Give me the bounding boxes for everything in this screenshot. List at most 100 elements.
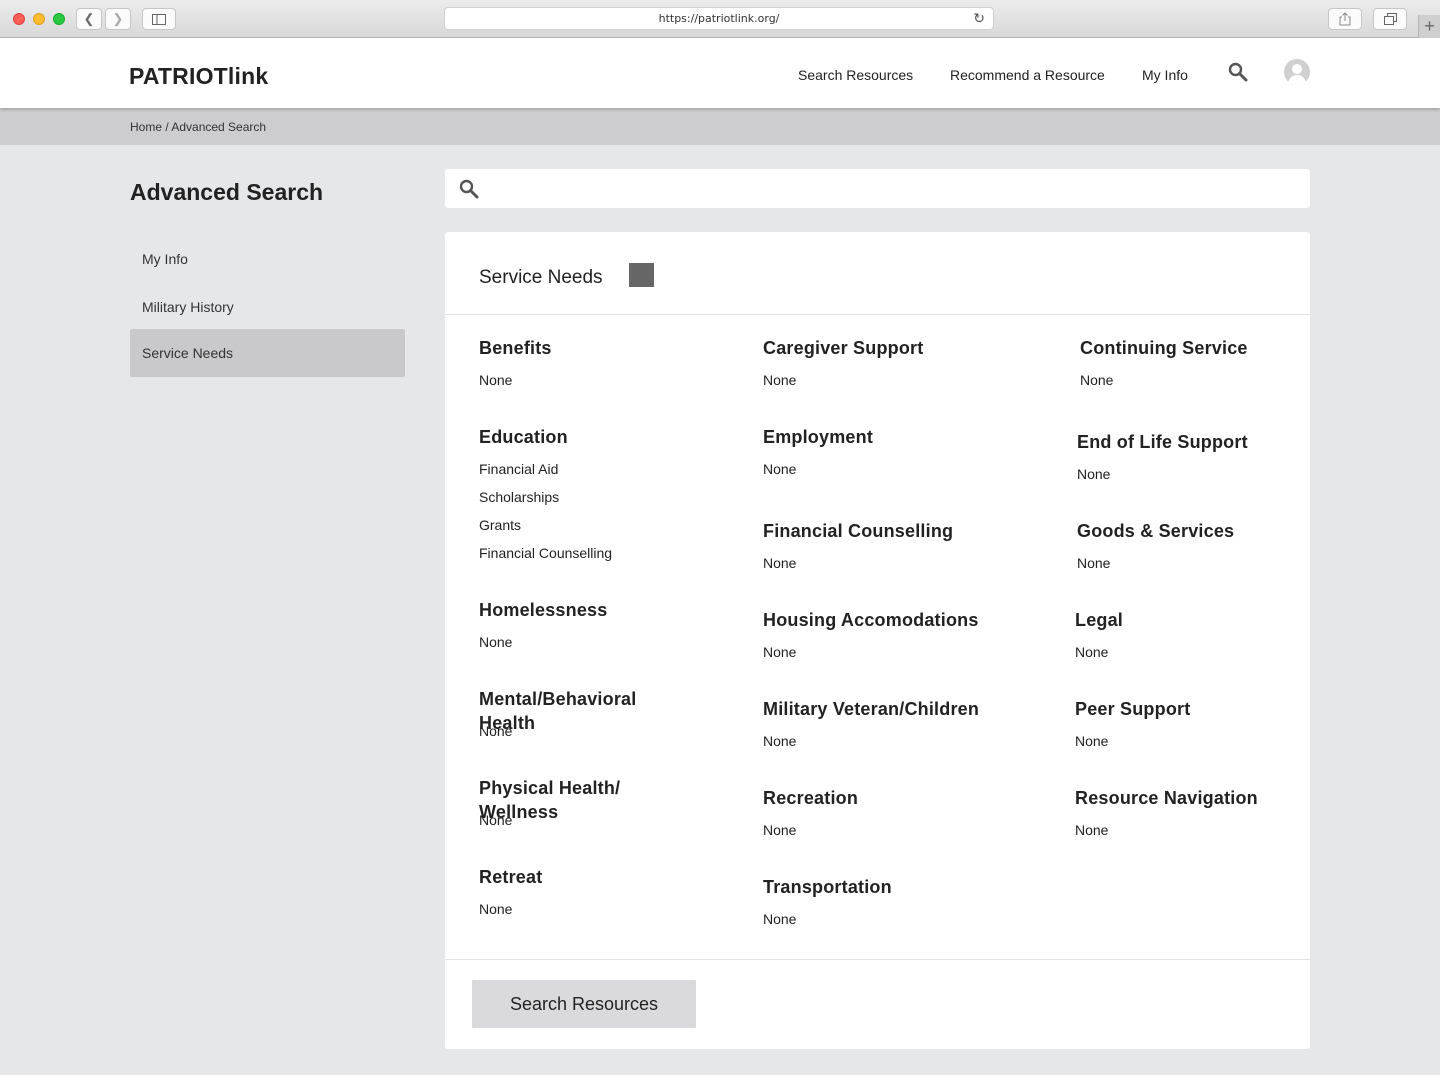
tabs-icon [1383, 13, 1397, 25]
minimize-window-button[interactable] [33, 13, 45, 25]
category-legal: Legal None [1075, 608, 1325, 660]
sidebar-item-label: Service Needs [142, 345, 234, 361]
divider [445, 959, 1310, 960]
url-text: https://patriotlink.org/ [658, 12, 780, 25]
sidebar-item-service-needs[interactable]: Service Needs [130, 329, 405, 377]
search-bar[interactable] [445, 169, 1310, 208]
search-input[interactable] [489, 169, 1299, 208]
sidebar-item-label: Military History [142, 299, 234, 315]
back-icon: ❮ [83, 11, 95, 26]
category-education: Education Financial Aid Scholarships Gra… [479, 425, 729, 561]
category-recreation: Recreation None [763, 786, 1013, 838]
close-window-button[interactable] [13, 13, 25, 25]
category-retreat: Retreat None [479, 865, 729, 917]
category-item: None [763, 461, 797, 477]
category-employment: Employment None [763, 425, 1013, 477]
category-item: None [479, 634, 513, 650]
zoom-window-button[interactable] [53, 13, 65, 25]
category-item: Grants [479, 517, 522, 533]
address-bar[interactable]: https://patriotlink.org/ ↻ [444, 7, 994, 30]
sidebar-icon [152, 13, 166, 25]
category-mental-behavioral-health: Mental/Behavioral Health None [479, 687, 654, 763]
category-resource-navigation: Resource Navigation None [1075, 786, 1325, 838]
share-icon [1339, 12, 1351, 26]
category-item: None [763, 555, 797, 571]
category-physical-health-wellness: Physical Health/ Wellness None [479, 776, 639, 852]
category-title: Military Veteran/Children [763, 699, 980, 719]
category-item: None [763, 733, 797, 749]
sidebar-item-label: My Info [142, 251, 188, 267]
logo[interactable]: PATRIOTlink [129, 63, 268, 90]
category-title: Goods & Services [1077, 521, 1235, 541]
category-title: Recreation [763, 788, 859, 808]
category-end-of-life-support: End of Life Support None [1077, 430, 1327, 482]
category-goods-services: Goods & Services None [1077, 519, 1327, 571]
category-benefits: Benefits None [479, 336, 729, 388]
category-title: Homelessness [479, 600, 608, 620]
category-title: Education [479, 427, 568, 447]
forward-button[interactable]: ❯ [105, 8, 131, 30]
browser-chrome: ❮ ❯ https://patriotlink.org/ ↻ + [0, 0, 1440, 38]
reload-icon[interactable]: ↻ [973, 11, 985, 27]
nav-my-info[interactable]: My Info [1142, 67, 1188, 83]
category-title: Continuing Service [1080, 338, 1248, 358]
search-icon[interactable] [1228, 62, 1248, 82]
category-military-veteran-children: Military Veteran/Children None [763, 697, 1013, 749]
sidebar-item-my-info[interactable]: My Info [130, 235, 405, 283]
category-title: Caregiver Support [763, 338, 924, 358]
category-title: Housing Accomodations [763, 610, 979, 630]
category-peer-support: Peer Support None [1075, 697, 1325, 749]
category-item: None [763, 911, 797, 927]
page-title: Advanced Search [130, 179, 324, 205]
category-item: None [479, 812, 513, 828]
category-title: Retreat [479, 867, 543, 887]
category-caregiver-support: Caregiver Support None [763, 336, 1013, 388]
breadcrumb-bar: Home / Advanced Search [0, 108, 1440, 145]
service-needs-checkbox[interactable] [629, 263, 654, 287]
category-title: Resource Navigation [1075, 788, 1258, 808]
site-header: PATRIOTlink Search Resources Recommend a… [0, 38, 1440, 108]
show-tabs-button[interactable] [1373, 8, 1407, 30]
category-title: Employment [763, 427, 874, 447]
category-item: None [763, 372, 797, 388]
category-item: None [479, 372, 513, 388]
category-title: Transportation [763, 877, 892, 897]
category-item: None [763, 822, 797, 838]
category-continuing-service: Continuing Service None [1080, 336, 1330, 388]
nav-search-resources[interactable]: Search Resources [798, 67, 913, 83]
category-item: None [1080, 372, 1114, 388]
category-title: End of Life Support [1077, 432, 1248, 452]
category-title: Legal [1075, 610, 1124, 630]
category-title: Peer Support [1075, 699, 1191, 719]
category-item: None [1077, 555, 1111, 571]
sidebar-item-military-history[interactable]: Military History [130, 283, 405, 331]
category-transportation: Transportation None [763, 875, 1013, 927]
category-homelessness: Homelessness None [479, 598, 729, 650]
category-title: Financial Counselling [763, 521, 954, 541]
search-resources-button[interactable]: Search Resources [472, 980, 696, 1028]
sidebar-toggle-button[interactable] [142, 8, 176, 30]
back-button[interactable]: ❮ [76, 8, 102, 30]
category-item: None [1075, 733, 1109, 749]
category-item: None [1077, 466, 1111, 482]
category-financial-counselling: Financial Counselling None [763, 519, 1013, 571]
category-item: None [479, 723, 513, 739]
divider [445, 314, 1310, 315]
panel-title: Service Needs [479, 267, 603, 288]
category-item: Scholarships [479, 489, 560, 505]
category-title: Benefits [479, 338, 552, 358]
category-item: Financial Aid [479, 461, 559, 477]
category-item: None [1075, 644, 1109, 660]
search-icon [459, 179, 479, 199]
category-item: Financial Counselling [479, 545, 613, 561]
nav-recommend-resource[interactable]: Recommend a Resource [950, 67, 1105, 83]
share-button[interactable] [1328, 8, 1362, 30]
user-avatar-icon[interactable] [1284, 59, 1310, 85]
service-needs-panel: Service Needs Benefits None Education Fi… [445, 232, 1310, 1049]
forward-icon: ❯ [112, 11, 124, 26]
new-tab-icon[interactable]: + [1418, 15, 1440, 38]
category-housing-accomodations: Housing Accomodations None [763, 608, 1013, 660]
category-item: None [1075, 822, 1109, 838]
category-item: None [479, 901, 513, 917]
breadcrumb: Home / Advanced Search [130, 120, 267, 134]
